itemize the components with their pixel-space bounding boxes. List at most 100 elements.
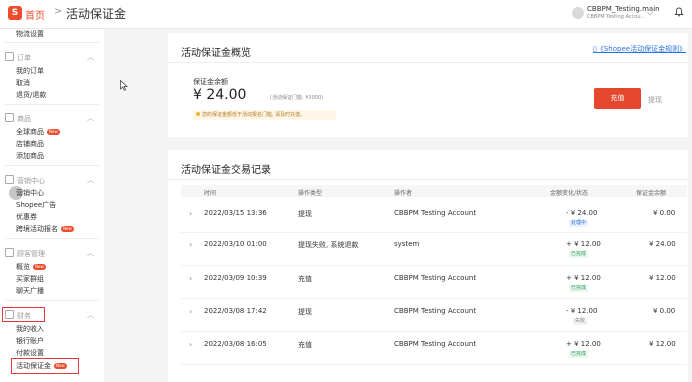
bell-icon[interactable]	[674, 7, 684, 17]
customer-icon	[5, 248, 14, 257]
sidebar-section-label: 订单	[17, 54, 31, 62]
sidebar-item-payment-settings[interactable]: 付款设置	[16, 348, 44, 358]
sidebar-item-my-orders[interactable]: 我的订单	[16, 66, 44, 76]
sidebar-item-returns[interactable]: 退货/退款	[16, 90, 46, 100]
sidebar-item-add-product[interactable]: 添加商品	[16, 151, 44, 161]
row-type: 充值	[298, 275, 312, 283]
chevron-right-icon[interactable]: ›	[189, 240, 192, 249]
account-subname: CBBPM Testing Accou..	[587, 14, 644, 20]
row-type: 充值	[298, 341, 312, 349]
sidebar-item-vouchers[interactable]: 优惠券	[16, 212, 37, 222]
row-change: + ¥ 12.00	[566, 240, 601, 248]
chevron-right-icon[interactable]: ›	[189, 307, 192, 316]
sidebar-section-marketing[interactable]: 营销中心	[5, 175, 45, 186]
sidebar: 物流设置 订单 ︿ 我的订单 取消 退货/退款 商品 ︿ 全球商品 New 店铺商…	[0, 29, 104, 382]
sidebar-item-cancel[interactable]: 取消	[16, 78, 30, 88]
sidebar-item-my-income[interactable]: 我的收入	[16, 324, 44, 334]
sidebar-item-label: 跨境活动报名	[16, 225, 58, 233]
sidebar-item-chat-broadcast[interactable]: 聊天广播	[16, 286, 44, 296]
row-operator: CBBPM Testing Account	[394, 274, 477, 282]
table-row[interactable]: › 2022/03/09 10:39 充值 CBBPM Testing Acco…	[181, 266, 687, 299]
table-row[interactable]: › 2022/03/08 17:42 提现 CBBPM Testing Acco…	[181, 299, 687, 332]
sidebar-section-label: 商品	[17, 115, 31, 123]
table-row[interactable]: › 2022/03/08 16:05 充值 CBBPM Testing Acco…	[181, 332, 687, 365]
breadcrumb-home[interactable]: 首页	[25, 7, 45, 22]
new-badge: New	[54, 363, 67, 369]
sidebar-item-bank-account[interactable]: 银行账户	[16, 336, 44, 346]
chevron-right-icon[interactable]: ›	[189, 340, 192, 349]
balance-label: 保证金余额	[193, 78, 228, 86]
divider	[5, 104, 99, 105]
row-time: 2022/03/15 13:36	[204, 209, 267, 217]
sidebar-item-buyer-groups[interactable]: 买家群组	[16, 274, 44, 284]
table-header	[181, 185, 687, 197]
sidebar-item-logistics-settings[interactable]: 物流设置	[16, 29, 44, 39]
sidebar-item-global-products[interactable]: 全球商品 New	[16, 127, 60, 137]
row-change: + ¥ 12.00	[566, 340, 601, 348]
balance-amount: ¥ 24.00	[193, 87, 247, 103]
deposit-rules-link[interactable]: ▯《Shopee活动保证金规则》	[593, 44, 686, 54]
table-row[interactable]: › 2022/03/10 01:00 提现失败, 系统退款 system + ¥…	[181, 233, 687, 266]
deposit-records-card: 活动保证金交易记录 时间 操作类型 操作者 金额变化/状态 保证金余额 › 20…	[168, 150, 688, 382]
status-badge: 已完成	[569, 251, 589, 258]
recharge-button[interactable]: 充值	[594, 88, 641, 109]
sidebar-item-label: 活动保证金	[16, 362, 51, 370]
new-badge: New	[47, 129, 60, 135]
status-badge: 处理中	[569, 220, 589, 227]
row-balance: ¥ 24.00	[649, 240, 676, 248]
chevron-up-icon[interactable]: ︿	[87, 248, 94, 258]
shopee-logo-icon[interactable]: S	[8, 6, 22, 20]
row-balance: ¥ 12.00	[649, 274, 676, 282]
records-title: 活动保证金交易记录	[181, 165, 271, 176]
chevron-up-icon[interactable]: ︿	[87, 52, 94, 62]
sidebar-item-shopee-ads[interactable]: Shopee广告	[16, 200, 56, 210]
status-badge: 已完成	[569, 351, 589, 358]
warning-text: 您的保证金额低于活动报名门槛, 请及时充值。	[202, 112, 306, 118]
breadcrumb-separator: >	[54, 6, 63, 17]
withdraw-button[interactable]: 提现	[648, 95, 662, 105]
row-operator: system	[394, 240, 420, 248]
status-badge: 失败	[573, 318, 588, 325]
sidebar-section-products[interactable]: 商品	[5, 113, 31, 124]
column-header-balance: 保证金余额	[636, 190, 667, 197]
sidebar-item-overview[interactable]: 概览 New	[16, 262, 46, 272]
row-operator: CBBPM Testing Account	[394, 340, 477, 348]
row-type: 提现	[298, 308, 312, 316]
sidebar-section-orders[interactable]: 订单	[5, 52, 31, 63]
column-header-type: 操作类型	[298, 190, 323, 197]
divider	[168, 62, 688, 63]
row-operator: CBBPM Testing Account	[394, 209, 477, 217]
overview-title: 活动保证金概览	[181, 48, 251, 59]
chevron-up-icon[interactable]: ︿	[87, 175, 94, 185]
sidebar-item-shop-products[interactable]: 店铺商品	[16, 139, 44, 149]
deposit-rules-link-label: 《Shopee活动保证金规则》	[596, 45, 687, 53]
chevron-up-icon[interactable]: ︿	[87, 113, 94, 123]
row-change: + ¥ 12.00	[566, 274, 601, 282]
chevron-up-icon[interactable]: ︿	[87, 310, 94, 320]
deposit-overview-card: 活动保证金概览 ▯《Shopee活动保证金规则》 保证金余额 ¥ 24.00 (…	[168, 33, 688, 137]
sidebar-item-campaign-deposit[interactable]: 活动保证金 New	[16, 361, 67, 371]
row-change: - ¥ 12.00	[566, 307, 598, 315]
new-badge: New	[61, 226, 74, 232]
column-header-operator: 操作者	[394, 190, 413, 197]
chevron-right-icon[interactable]: ›	[189, 274, 192, 283]
new-badge: New	[33, 264, 46, 270]
sidebar-section-finance[interactable]: 财务	[5, 310, 31, 321]
sidebar-section-label: 顾客管理	[17, 250, 45, 258]
row-time: 2022/03/09 10:39	[204, 274, 267, 282]
order-icon	[5, 52, 14, 61]
top-bar: S 首页 > 活动保证金 CBBPM_Testing.main CBBPM Te…	[0, 0, 692, 29]
sidebar-section-customers[interactable]: 顾客管理	[5, 248, 45, 259]
row-balance: ¥ 12.00	[649, 340, 676, 348]
avatar[interactable]	[572, 7, 584, 19]
low-balance-warning: 您的保证金额低于活动报名门槛, 请及时充值。	[193, 110, 336, 120]
sidebar-item-campaign-registration[interactable]: 跨境活动报名 New	[16, 224, 74, 234]
column-header-time: 时间	[204, 190, 217, 197]
table-row[interactable]: › 2022/03/15 13:36 提现 CBBPM Testing Acco…	[181, 200, 687, 233]
chevron-right-icon[interactable]: ›	[189, 209, 192, 218]
row-balance: ¥ 0.00	[653, 209, 676, 217]
divider	[168, 179, 688, 180]
chevron-down-icon[interactable]: ⌵	[647, 8, 653, 18]
sidebar-item-marketing-centre[interactable]: 营销中心	[16, 188, 44, 198]
row-type: 提现失败, 系统退款	[298, 241, 359, 249]
